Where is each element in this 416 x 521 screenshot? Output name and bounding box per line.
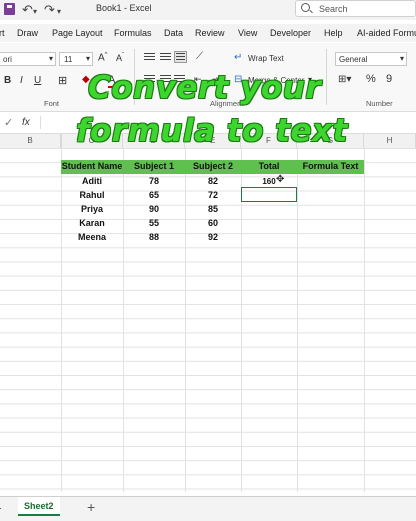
- undo-icon[interactable]: ↶: [22, 2, 33, 18]
- menu-developer[interactable]: Developer: [270, 28, 311, 38]
- menu-draw[interactable]: Draw: [17, 28, 38, 38]
- wrap-text-button[interactable]: Wrap Text: [248, 54, 284, 63]
- accounting-format-icon[interactable]: ⊞▾: [338, 74, 351, 85]
- header-subject-2[interactable]: Subject 2: [185, 161, 241, 173]
- menu-review[interactable]: Review: [195, 28, 225, 38]
- font-size-value: 11: [64, 55, 73, 64]
- cursor-icon: ✥: [276, 174, 285, 185]
- save-icon[interactable]: [4, 3, 15, 15]
- cell-subject-1[interactable]: 88: [123, 230, 185, 244]
- grid-line: [297, 148, 298, 492]
- menu-ai-aided-formula[interactable]: AI-aided Formu: [357, 28, 416, 38]
- cell-student-name[interactable]: Karan: [61, 216, 123, 230]
- tab-sheet1[interactable]: t1: [0, 501, 2, 511]
- cell-subject-1[interactable]: 65: [123, 188, 185, 202]
- column-header-b[interactable]: B: [0, 134, 61, 148]
- menu-bar: rt Draw Page Layout Formulas Data Review…: [0, 24, 416, 42]
- header-total[interactable]: Total: [241, 161, 297, 173]
- search-label: Search: [319, 4, 348, 14]
- underline-icon[interactable]: U: [34, 75, 41, 86]
- orientation-icon[interactable]: ⟋: [196, 51, 203, 62]
- checkmark-icon[interactable]: ✓: [4, 116, 13, 129]
- cell-subject-2[interactable]: 60: [185, 216, 241, 230]
- cell-subject-2[interactable]: 85: [185, 202, 241, 216]
- menu-formulas[interactable]: Formulas: [114, 28, 152, 38]
- search-input[interactable]: Search: [295, 0, 416, 17]
- align-middle-icon[interactable]: [160, 53, 171, 62]
- italic-icon[interactable]: I: [20, 75, 23, 86]
- overlay-title-line2: formula to text: [76, 113, 348, 149]
- ribbon-separator: [326, 49, 327, 105]
- menu-view[interactable]: View: [238, 28, 257, 38]
- font-name-dropdown[interactable]: ori ▾: [0, 52, 56, 66]
- comma-style-button[interactable]: 9: [386, 73, 392, 85]
- cell-student-name[interactable]: Aditi: [61, 174, 123, 188]
- cell-subject-2[interactable]: 72: [185, 188, 241, 202]
- cell-subject-1[interactable]: 55: [123, 216, 185, 230]
- column-header-h[interactable]: H: [364, 134, 416, 148]
- bold-icon[interactable]: B: [4, 75, 11, 86]
- sheet-tab-bar: t1 Sheet2 +: [0, 496, 416, 521]
- chevron-down-icon: ▾: [48, 54, 53, 63]
- cell-student-name[interactable]: Meena: [61, 230, 123, 244]
- font-size-dropdown[interactable]: 11 ▾: [59, 52, 93, 66]
- title-bar: ↶ ▾ ↷ ▾ Book1 - Excel Search: [0, 0, 416, 20]
- cell-subject-2[interactable]: 82: [185, 174, 241, 188]
- redo-icon[interactable]: ↷: [44, 2, 55, 18]
- decrease-font-icon[interactable]: Aˇ: [116, 53, 124, 63]
- menu-help[interactable]: Help: [324, 28, 343, 38]
- number-format-value: General: [339, 55, 368, 64]
- menu-page-layout[interactable]: Page Layout: [52, 28, 103, 38]
- undo-dropdown-icon[interactable]: ▾: [33, 4, 37, 20]
- align-top-icon[interactable]: [144, 53, 155, 62]
- percent-style-button[interactable]: %: [366, 73, 376, 85]
- customize-toolbar-icon[interactable]: ▾: [57, 4, 61, 20]
- number-group-label: Number: [366, 99, 393, 108]
- search-icon: [301, 3, 310, 12]
- cell-student-name[interactable]: Priya: [61, 202, 123, 216]
- menu-data[interactable]: Data: [164, 28, 183, 38]
- font-group-label: Font: [44, 99, 60, 108]
- header-formula-text[interactable]: Formula Text: [297, 161, 364, 173]
- insert-function-button[interactable]: fx: [22, 117, 30, 128]
- cell-subject-2[interactable]: 92: [185, 230, 241, 244]
- chevron-down-icon: ▾: [399, 54, 404, 63]
- tab-sheet2[interactable]: Sheet2: [18, 497, 60, 516]
- borders-icon[interactable]: ⊞: [58, 74, 67, 87]
- font-name-value: ori: [3, 55, 12, 64]
- chevron-down-icon: ▾: [85, 54, 90, 63]
- cell-student-name[interactable]: Rahul: [61, 188, 123, 202]
- selected-cell[interactable]: [241, 187, 297, 202]
- window-title: Book1 - Excel: [96, 3, 152, 13]
- increase-font-icon[interactable]: A^: [98, 52, 108, 63]
- cell-subject-1[interactable]: 78: [123, 174, 185, 188]
- wrap-text-icon: ↵: [234, 52, 243, 63]
- cell-subject-1[interactable]: 90: [123, 202, 185, 216]
- menu-insert[interactable]: rt: [0, 28, 5, 38]
- align-bottom-icon[interactable]: [174, 51, 187, 63]
- add-sheet-button[interactable]: +: [87, 499, 95, 515]
- grid-line: [364, 148, 365, 492]
- number-format-dropdown[interactable]: General ▾: [335, 52, 407, 66]
- header-subject-1[interactable]: Subject 1: [123, 161, 185, 173]
- overlay-title-line1: Convert your: [88, 70, 322, 106]
- header-student-name[interactable]: Student Name: [61, 161, 123, 173]
